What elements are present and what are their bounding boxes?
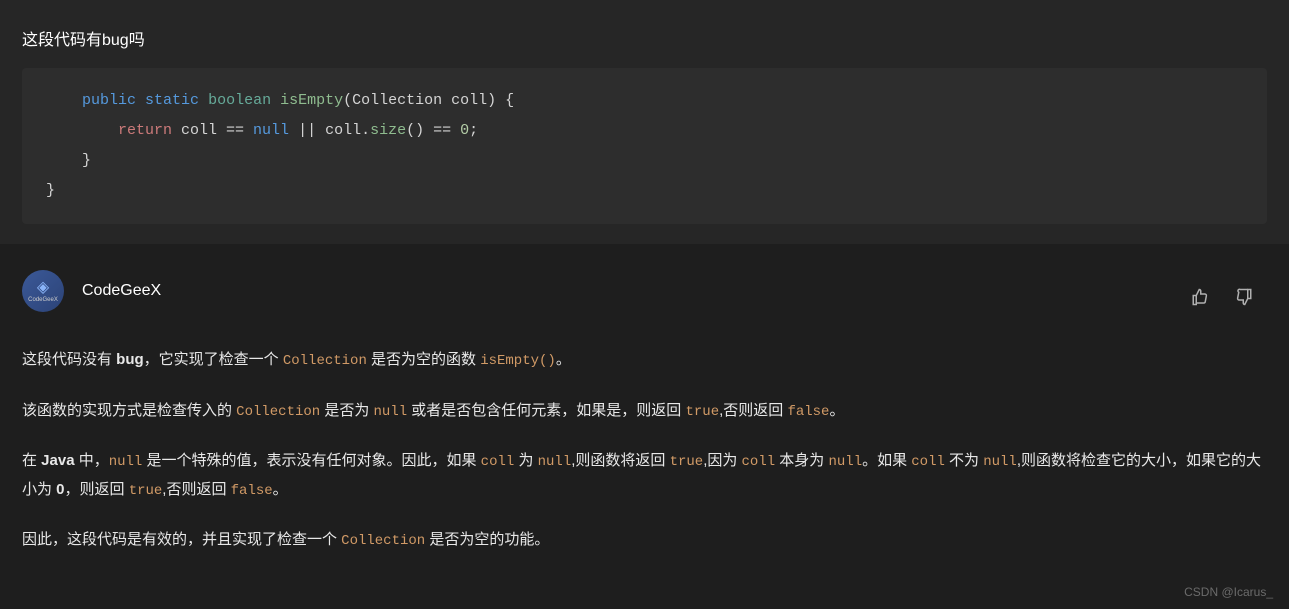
response-paragraph-1: 这段代码没有 bug，它实现了检查一个 Collection 是否为空的函数 i… bbox=[22, 346, 1267, 375]
thumbs-up-icon bbox=[1191, 288, 1209, 306]
avatar: ◈ CodeGeeX bbox=[22, 270, 64, 312]
avatar-logo-icon: ◈ bbox=[37, 280, 49, 296]
user-question: 这段代码有bug吗 bbox=[22, 26, 1267, 50]
watermark: CSDN @Icarus_ bbox=[1184, 585, 1273, 599]
response-content: 这段代码没有 bug，它实现了检查一个 Collection 是否为空的函数 i… bbox=[22, 346, 1267, 555]
response-paragraph-2: 该函数的实现方式是检查传入的 Collection 是否为 null 或者是否包… bbox=[22, 397, 1267, 426]
code-line-1: public static boolean isEmpty(Collection… bbox=[46, 86, 1243, 116]
thumbs-down-button[interactable] bbox=[1231, 284, 1257, 310]
assistant-name: CodeGeeX bbox=[82, 282, 161, 300]
avatar-label: CodeGeeX bbox=[28, 297, 58, 303]
code-line-2: return coll == null || coll.size() == 0; bbox=[46, 116, 1243, 146]
user-message-section: 这段代码有bug吗 public static boolean isEmpty(… bbox=[0, 0, 1289, 244]
code-line-3: } bbox=[46, 146, 1243, 176]
response-paragraph-3: 在 Java 中，null 是一个特殊的值，表示没有任何对象。因此，如果 col… bbox=[22, 447, 1267, 504]
code-block: public static boolean isEmpty(Collection… bbox=[22, 68, 1267, 224]
thumbs-up-button[interactable] bbox=[1187, 284, 1213, 310]
feedback-buttons bbox=[1187, 284, 1257, 310]
response-paragraph-4: 因此，这段代码是有效的，并且实现了检查一个 Collection 是否为空的功能… bbox=[22, 526, 1267, 555]
response-header: ◈ CodeGeeX CodeGeeX bbox=[22, 270, 1267, 312]
assistant-response-section: ◈ CodeGeeX CodeGeeX 这段代码没有 bbox=[0, 244, 1289, 609]
thumbs-down-icon bbox=[1235, 288, 1253, 306]
code-line-4: } bbox=[46, 176, 1243, 206]
main-container: 这段代码有bug吗 public static boolean isEmpty(… bbox=[0, 0, 1289, 609]
